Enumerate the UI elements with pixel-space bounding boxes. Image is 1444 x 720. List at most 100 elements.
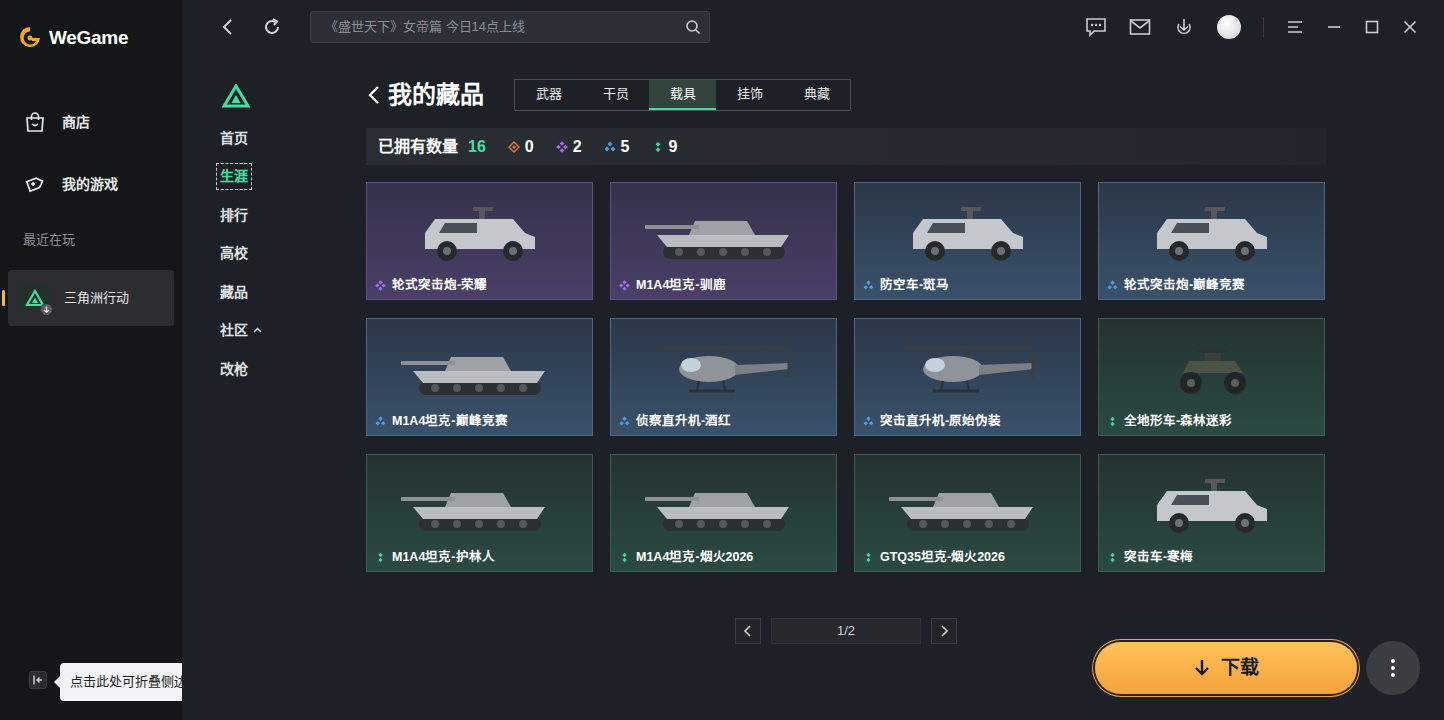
more-dots-icon: [1390, 658, 1396, 678]
delta-force-logo-icon[interactable]: [222, 84, 250, 108]
more-button[interactable]: [1366, 641, 1420, 695]
page-text: 1/2: [771, 618, 921, 644]
vehicle-tank-icon: [611, 455, 836, 549]
vehicle-card[interactable]: 防空车-斑马: [854, 182, 1081, 300]
vehicle-card[interactable]: GTQ35坦克-烟火2026: [854, 454, 1081, 572]
search-input[interactable]: [323, 16, 685, 38]
chat-icon[interactable]: [1085, 17, 1107, 37]
epic-rarity-icon: [619, 280, 630, 291]
mail-icon[interactable]: [1129, 18, 1151, 36]
collection-tab[interactable]: 干员: [582, 80, 649, 110]
wegame-window: WeGame 商店我的游戏 最近在玩 三角洲行动 点击此处可折叠侧边栏: [0, 0, 1444, 720]
owned-label: 已拥有数量: [378, 138, 458, 155]
vehicle-tank-icon: [367, 319, 592, 413]
sidebar-item[interactable]: 商店: [0, 100, 182, 144]
vehicle-name-row: GTQ35坦克-烟火2026: [855, 549, 1080, 571]
close-icon[interactable]: [1402, 19, 1418, 35]
sidebar-item-label: 我的游戏: [62, 174, 118, 195]
download-manager-icon[interactable]: [1173, 17, 1195, 37]
vehicle-name-row: 轮式突击炮-荣耀: [367, 277, 592, 299]
rarity-count-number: 2: [573, 135, 582, 159]
back-icon[interactable]: [218, 17, 238, 37]
vehicle-card[interactable]: 全地形车-森林迷彩: [1098, 318, 1325, 436]
vehicle-card[interactable]: 轮式突击炮-荣耀: [366, 182, 593, 300]
wegame-logo-icon: [17, 24, 43, 52]
epic-rarity-icon: [556, 141, 568, 153]
collection-tab[interactable]: 挂饰: [716, 80, 783, 110]
vehicle-name-row: M1A4坦克-驯鹿: [611, 277, 836, 299]
vehicle-name-row: 突击车-寒梅: [1099, 549, 1324, 571]
collection-tab[interactable]: 武器: [515, 80, 582, 110]
search-icon[interactable]: [685, 19, 701, 35]
maximize-icon[interactable]: [1364, 19, 1380, 35]
owned-number: 16: [468, 138, 486, 155]
vehicle-name: 全地形车-森林迷彩: [1124, 413, 1232, 429]
vehicle-card[interactable]: 突击直升机-原始伪装: [854, 318, 1081, 436]
rarity-count: 5: [604, 135, 630, 159]
rare-rarity-icon: [375, 416, 386, 427]
content-area: 首页生涯排行高校藏品社区改枪 我的藏品 武器干员载具挂饰典藏 已拥有数量1602…: [182, 54, 1444, 720]
vehicle-name-row: M1A4坦克-护林人: [367, 549, 592, 571]
collection-tab[interactable]: 典藏: [783, 80, 850, 110]
vehicle-card[interactable]: M1A4坦克-护林人: [366, 454, 593, 572]
vehicle-card[interactable]: M1A4坦克-烟火2026: [610, 454, 837, 572]
menu-icon[interactable]: [1286, 19, 1304, 35]
vehicle-name: 侦察直升机-酒红: [636, 413, 731, 429]
logo[interactable]: WeGame: [0, 0, 182, 78]
owned-count: 已拥有数量 16: [378, 135, 486, 159]
vehicle-tank-icon: [855, 455, 1080, 549]
vehicle-name: M1A4坦克-巅峰竞赛: [392, 413, 508, 429]
stats-bar: 已拥有数量160259: [366, 128, 1326, 165]
collapse-sidebar-icon[interactable]: [29, 671, 47, 689]
rare-rarity-icon: [1107, 280, 1118, 291]
vehicle-name: 轮式突击炮-荣耀: [392, 277, 487, 293]
chevron-right-icon: [939, 625, 949, 637]
vehicle-name-row: 突击直升机-原始伪装: [855, 413, 1080, 435]
collection-tab[interactable]: 载具: [649, 80, 716, 110]
game-nav-item[interactable]: 社区: [216, 312, 366, 351]
game-nav-item[interactable]: 藏品: [216, 273, 366, 312]
vehicle-helicopter-icon: [611, 319, 836, 413]
game-nav-list: 首页生涯排行高校藏品社区改枪: [216, 119, 366, 389]
common-rarity-icon: [619, 552, 630, 563]
vehicle-name-row: 防空车-斑马: [855, 277, 1080, 299]
vehicle-car-icon: [1099, 183, 1324, 277]
refresh-icon[interactable]: [262, 17, 282, 37]
avatar-icon[interactable]: [1217, 15, 1241, 39]
vehicle-car-icon: [367, 183, 592, 277]
vehicle-card[interactable]: 突击车-寒梅: [1098, 454, 1325, 572]
vehicle-name-row: M1A4坦克-烟火2026: [611, 549, 836, 571]
sidebar-item[interactable]: 我的游戏: [0, 162, 182, 206]
vehicle-name: 防空车-斑马: [880, 277, 949, 293]
game-nav-item[interactable]: 改枪: [216, 350, 366, 389]
collection-panel: 我的藏品 武器干员载具挂饰典藏 已拥有数量160259 轮式突击炮-荣耀M1A4…: [366, 54, 1326, 720]
vehicle-name: 突击直升机-原始伪装: [880, 413, 1001, 429]
back-chevron-icon[interactable]: [366, 84, 382, 106]
recent-game-item[interactable]: 三角洲行动: [8, 270, 174, 326]
game-nav-item[interactable]: 高校: [216, 235, 366, 274]
common-rarity-icon: [1107, 416, 1118, 427]
download-button[interactable]: 下载: [1095, 642, 1357, 694]
prev-page-button[interactable]: [735, 618, 761, 644]
common-rarity-icon: [1107, 552, 1118, 563]
game-nav-label: 高校: [216, 240, 252, 267]
rarity-count: 9: [652, 135, 678, 159]
game-nav-item[interactable]: 排行: [216, 196, 366, 235]
pagination: 1/2: [366, 618, 1326, 644]
next-page-button[interactable]: [931, 618, 957, 644]
search-box: [310, 11, 710, 43]
vehicle-card[interactable]: M1A4坦克-巅峰竞赛: [366, 318, 593, 436]
game-nav-label: 改枪: [216, 356, 252, 383]
game-nav-item[interactable]: 生涯: [216, 158, 366, 197]
sidebar-nav: 商店我的游戏: [0, 78, 182, 206]
logo-text: WeGame: [49, 24, 128, 52]
common-rarity-icon: [375, 552, 386, 563]
rarity-count: 2: [556, 135, 582, 159]
minimize-icon[interactable]: [1326, 19, 1342, 35]
vehicle-card[interactable]: M1A4坦克-驯鹿: [610, 182, 837, 300]
vehicle-card[interactable]: 轮式突击炮-巅峰竞赛: [1098, 182, 1325, 300]
vehicle-name-row: 轮式突击炮-巅峰竞赛: [1099, 277, 1324, 299]
game-nav: 首页生涯排行高校藏品社区改枪: [182, 54, 366, 720]
game-nav-item[interactable]: 首页: [216, 119, 366, 158]
vehicle-card[interactable]: 侦察直升机-酒红: [610, 318, 837, 436]
